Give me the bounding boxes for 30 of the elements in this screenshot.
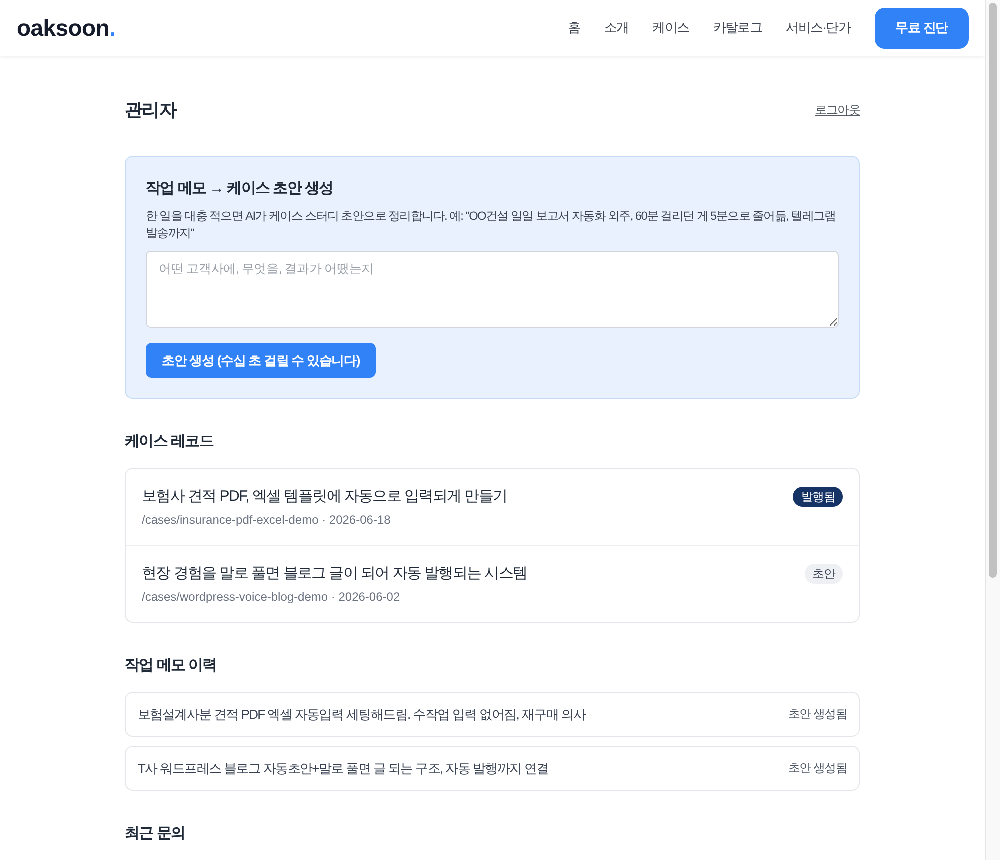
- generate-draft-button[interactable]: 초안 생성 (수십 초 걸릴 수 있습니다): [146, 343, 376, 378]
- nav-link[interactable]: 서비스·단가: [786, 19, 851, 37]
- section-heading: 최근 문의: [125, 824, 186, 844]
- nav-link[interactable]: 카탈로그: [713, 19, 762, 37]
- memo-input-field[interactable]: 어떤 고객사에, 무엇을, 결과가 어땠는지: [146, 251, 839, 328]
- nav-link[interactable]: 케이스: [652, 19, 690, 37]
- section-heading: 케이스 레코드: [125, 432, 215, 452]
- case-path-date: /cases/insurance-pdf-excel-demo · 2026-06-18: [142, 512, 392, 529]
- nav-link[interactable]: 홈: [568, 19, 580, 37]
- case-record-row[interactable]: 보험사 견적 PDF, 엑셀 템플릿에 자동으로 입력되게 만들기 /cases/insurance-pdf-excel-demo · 2026-06-18 발행됨: [126, 469, 859, 545]
- scrollbar-thumb[interactable]: [989, 3, 997, 578]
- status-badge: 발행됨: [793, 487, 843, 507]
- form-description: 한 일을 대충 적으면 AI가 케이스 스터디 초안으로 정리합니다. 예: "OO건설 일일 보고서 자동화 외주, 60분 걸리던 게 5분으로 줄어듦, 텔레그램 발송까지": [146, 208, 837, 242]
- memo-text: 보험설계사분 견적 PDF 엑셀 자동입력 세팅해드림. 수작업 입력 없어짐, 재구매 의사: [138, 706, 586, 724]
- case-record-row[interactable]: 현장 경험을 말로 풀면 블로그 글이 되어 자동 발행되는 시스템 /cases/wordpress-voice-blog-demo · 2026-06-02 초안: [126, 545, 859, 622]
- case-title: 보험사 견적 PDF, 엑셀 템플릿에 자동으로 입력되게 만들기: [142, 487, 508, 507]
- scrollbar[interactable]: [985, 0, 1000, 860]
- memo-text: T사 워드프레스 블로그 자동초안+말로 풀면 글 되는 구조, 자동 발행까지 연결: [138, 760, 549, 778]
- free-diagnosis-button[interactable]: 무료 진단: [874, 8, 969, 48]
- memo-status: 초안 생성됨: [788, 760, 847, 777]
- page-title: 관리자: [125, 99, 177, 122]
- form-title: 작업 메모 → 케이스 초안 생성: [146, 179, 334, 199]
- case-title: 현장 경험을 말로 풀면 블로그 글이 되어 자동 발행되는 시스템: [142, 564, 528, 584]
- case-path-date: /cases/wordpress-voice-blog-demo · 2026-06-02: [142, 589, 402, 606]
- status-badge: 초안: [804, 564, 843, 584]
- memo-status: 초안 생성됨: [788, 706, 847, 723]
- section-heading: 작업 메모 이력: [125, 656, 218, 676]
- logout-link[interactable]: 로그아웃: [815, 102, 860, 118]
- nav-link[interactable]: 소개: [604, 19, 629, 37]
- logo[interactable]: oaksoon.: [17, 14, 116, 42]
